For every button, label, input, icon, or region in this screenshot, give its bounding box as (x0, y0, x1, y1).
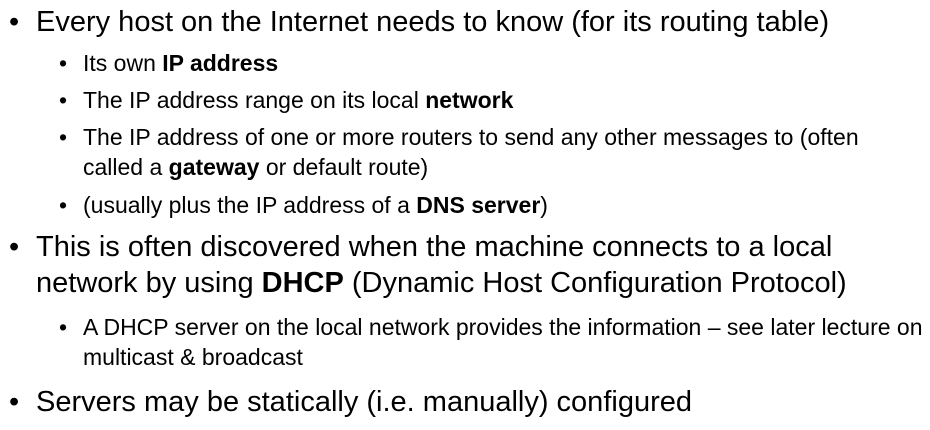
bullet-dot: • (59, 192, 68, 218)
bullet-text: A DHCP server on the local network provi… (83, 314, 923, 370)
bullet-level2-ip-address: • Its own IP address (59, 48, 923, 78)
bullet-level1-routing-table: • Every host on the Internet needs to kn… (9, 4, 916, 40)
bullet-text: Its own (83, 50, 163, 76)
bullet-dot: • (9, 6, 20, 38)
bullet-text: The IP address range on its local (83, 87, 426, 113)
bullet-dot: • (59, 50, 68, 76)
bullet-level2-network-range: • The IP address range on its local netw… (59, 85, 923, 115)
bullet-text-bold: network (425, 87, 514, 113)
bullet-level1-dhcp: • This is often discovered when the mach… (9, 229, 916, 301)
bullet-level2-gateway: • The IP address of one or more routers … (59, 122, 923, 182)
bullet-dot: • (9, 231, 20, 263)
bullet-text: Servers may be statically (i.e. manually… (36, 386, 692, 418)
bullet-text: (usually plus the IP address of a (83, 192, 417, 218)
slide: • Every host on the Internet needs to kn… (0, 0, 930, 430)
bullet-text-bold: IP address (162, 50, 279, 76)
bullet-dot: • (59, 124, 68, 150)
bullet-text: ) (540, 192, 548, 218)
bullet-text: or default route) (259, 154, 429, 180)
bullet-text-bold: DHCP (261, 267, 344, 299)
bullet-text-bold: gateway (168, 154, 260, 180)
bullet-dot: • (9, 386, 20, 418)
bullet-text-bold: DNS server (416, 192, 541, 218)
bullet-text: (Dynamic Host Configuration Protocol) (343, 267, 847, 299)
bullet-level2-dhcp-server: • A DHCP server on the local network pro… (59, 312, 923, 372)
bullet-level2-dns-server: • (usually plus the IP address of a DNS … (59, 190, 923, 220)
bullet-level1-servers: • Servers may be statically (i.e. manual… (9, 384, 916, 420)
bullet-dot: • (59, 87, 68, 113)
bullet-text: Every host on the Internet needs to know… (36, 6, 830, 38)
bullet-dot: • (59, 314, 68, 340)
